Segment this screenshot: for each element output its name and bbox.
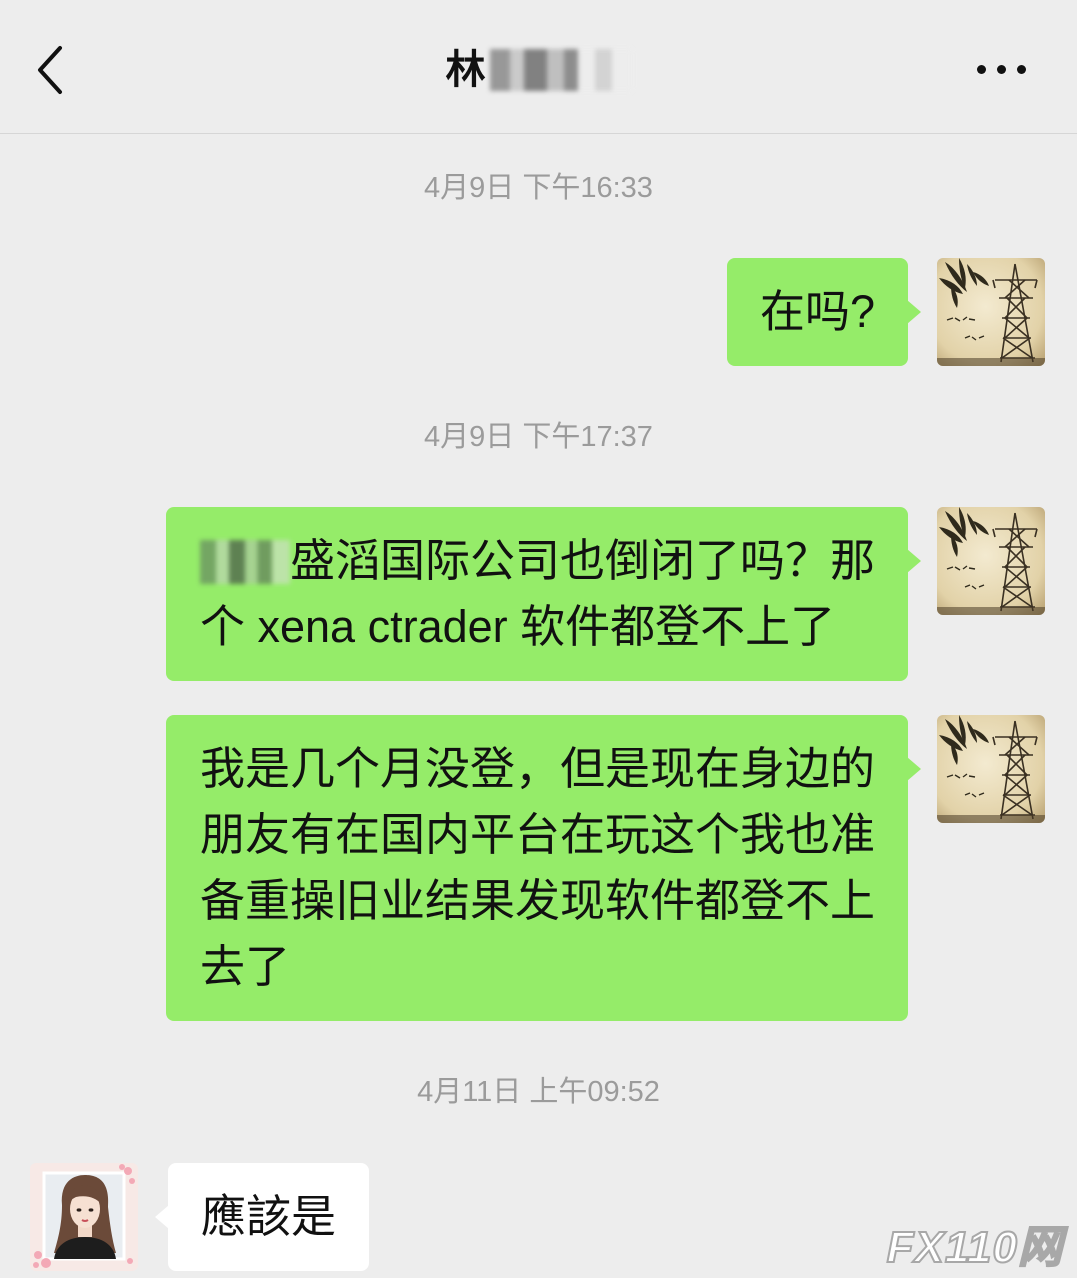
message-text: 在吗? bbox=[759, 286, 875, 337]
contact-avatar[interactable] bbox=[30, 1163, 138, 1271]
outgoing-message-bubble[interactable]: 我是几个月没登，但是现在身边的朋友有在国内平台在玩这个我也准备重操旧业结果发现软… bbox=[166, 715, 921, 1021]
message-text: 應該是 bbox=[201, 1191, 337, 1242]
self-avatar[interactable] bbox=[937, 715, 1045, 823]
watermark: FX110网 bbox=[886, 1223, 1063, 1273]
more-dots-icon[interactable] bbox=[977, 65, 1027, 75]
outgoing-message-bubble[interactable]: 盛滔国际公司也倒闭了吗？那个 xena ctrader 软件都登不上了 bbox=[166, 507, 921, 681]
message-text: 我是几个月没登，但是现在身边的朋友有在国内平台在玩这个我也准备重操旧业结果发现软… bbox=[200, 743, 876, 992]
redacted-name bbox=[489, 49, 632, 91]
message-timestamp: 4月9日 下午17:37 bbox=[424, 421, 653, 453]
self-avatar[interactable] bbox=[937, 507, 1045, 615]
message-timestamp: 4月11日 上午09:52 bbox=[417, 1076, 660, 1108]
chat-header: 林 bbox=[0, 0, 1077, 134]
redacted-text bbox=[200, 540, 290, 584]
chat-title: 林 bbox=[0, 42, 1077, 98]
message-timestamp: 4月9日 下午16:33 bbox=[424, 172, 653, 204]
contact-name: 林 bbox=[445, 48, 486, 92]
self-avatar[interactable] bbox=[937, 258, 1045, 366]
outgoing-message-bubble[interactable]: 在吗? bbox=[726, 258, 922, 366]
message-text: 盛滔国际公司也倒闭了吗？那个 xena ctrader 软件都登不上了 bbox=[200, 535, 876, 652]
incoming-message-bubble[interactable]: 應該是 bbox=[154, 1163, 370, 1271]
